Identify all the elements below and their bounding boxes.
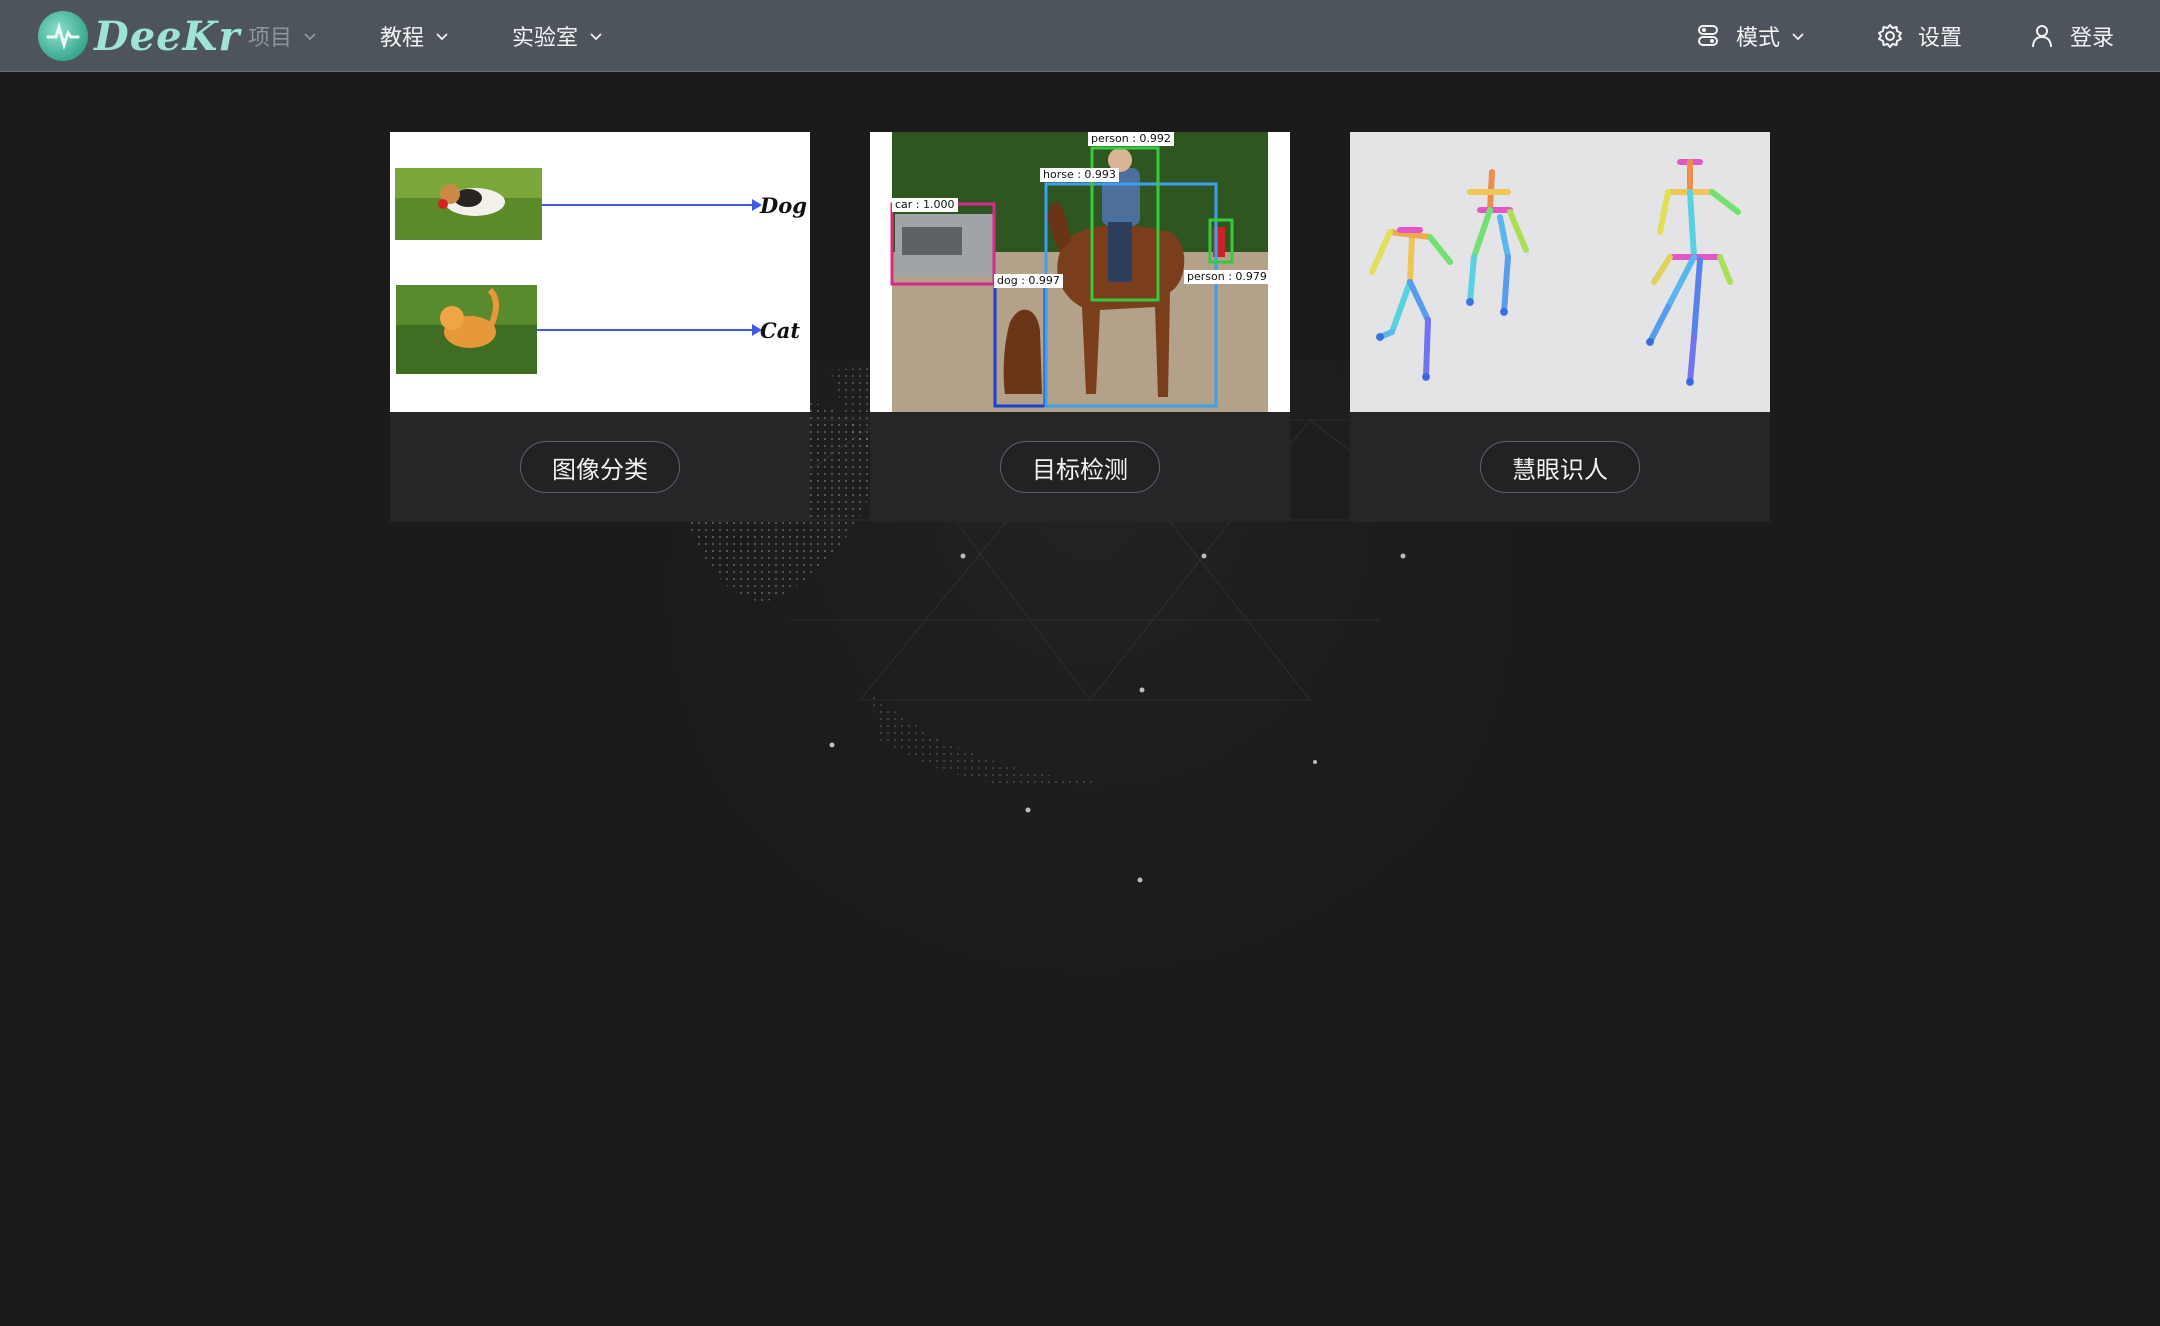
dog-label: Dog	[760, 193, 807, 218]
nav-item-label: 教程	[380, 26, 425, 51]
card-object-detection[interactable]: person : 0.992 horse : 0.993 car : 1.000…	[870, 132, 1290, 522]
logo-mark-icon	[38, 11, 88, 61]
nav-item-projects[interactable]: 项目	[248, 0, 318, 72]
card-footer: 目标检测	[870, 412, 1290, 522]
classification-preview-image: Dog Cat	[390, 132, 810, 412]
top-navigation-bar: DeeKr 项目 教程 实验室 模式 设置 登录	[0, 0, 2160, 72]
detection-label: dog : 0.997	[994, 274, 1063, 288]
pose-recognition-button[interactable]: 慧眼识人	[1480, 441, 1640, 493]
mode-icon	[1698, 25, 1718, 46]
login-button[interactable]: 登录	[2028, 0, 2114, 72]
pose-illustration	[1369, 159, 1741, 386]
gear-icon	[1878, 24, 1902, 48]
card-pose-recognition[interactable]: 慧眼识人	[1350, 132, 1770, 522]
classification-illustration	[395, 168, 762, 374]
image-classification-button[interactable]: 图像分类	[520, 441, 680, 493]
settings-button[interactable]: 设置	[1876, 0, 1962, 72]
detection-label: person : 0.979	[1184, 270, 1270, 284]
mode-label: 模式	[1736, 26, 1781, 51]
chevron-down-icon	[1792, 33, 1804, 41]
nav-item-label: 项目	[248, 26, 293, 51]
object-detection-button[interactable]: 目标检测	[1000, 441, 1160, 493]
nav-item-lab[interactable]: 实验室	[512, 0, 604, 72]
login-label: 登录	[2070, 26, 2115, 51]
pose-preview-image	[1350, 132, 1770, 412]
detection-label: horse : 0.993	[1040, 168, 1119, 182]
settings-label: 设置	[1918, 26, 1963, 51]
mode-menu[interactable]: 模式	[1694, 0, 1806, 72]
chevron-down-icon	[436, 33, 448, 41]
detection-preview-image: person : 0.992 horse : 0.993 car : 1.000…	[870, 132, 1290, 412]
user-icon	[2032, 25, 2052, 48]
card-footer: 慧眼识人	[1350, 412, 1770, 522]
chevron-down-icon	[304, 33, 316, 41]
logo[interactable]: DeeKr	[38, 8, 240, 64]
card-footer: 图像分类	[390, 412, 810, 522]
nav-item-tutorials[interactable]: 教程	[380, 0, 450, 72]
nav-item-label: 实验室	[512, 26, 579, 51]
detection-label: person : 0.992	[1088, 132, 1174, 146]
card-image-classification[interactable]: Dog Cat 图像分类	[390, 132, 810, 522]
logo-text: DeeKr	[94, 12, 241, 60]
cat-label: Cat	[760, 318, 801, 343]
detection-label: car : 1.000	[892, 198, 958, 212]
chevron-down-icon	[590, 33, 602, 41]
